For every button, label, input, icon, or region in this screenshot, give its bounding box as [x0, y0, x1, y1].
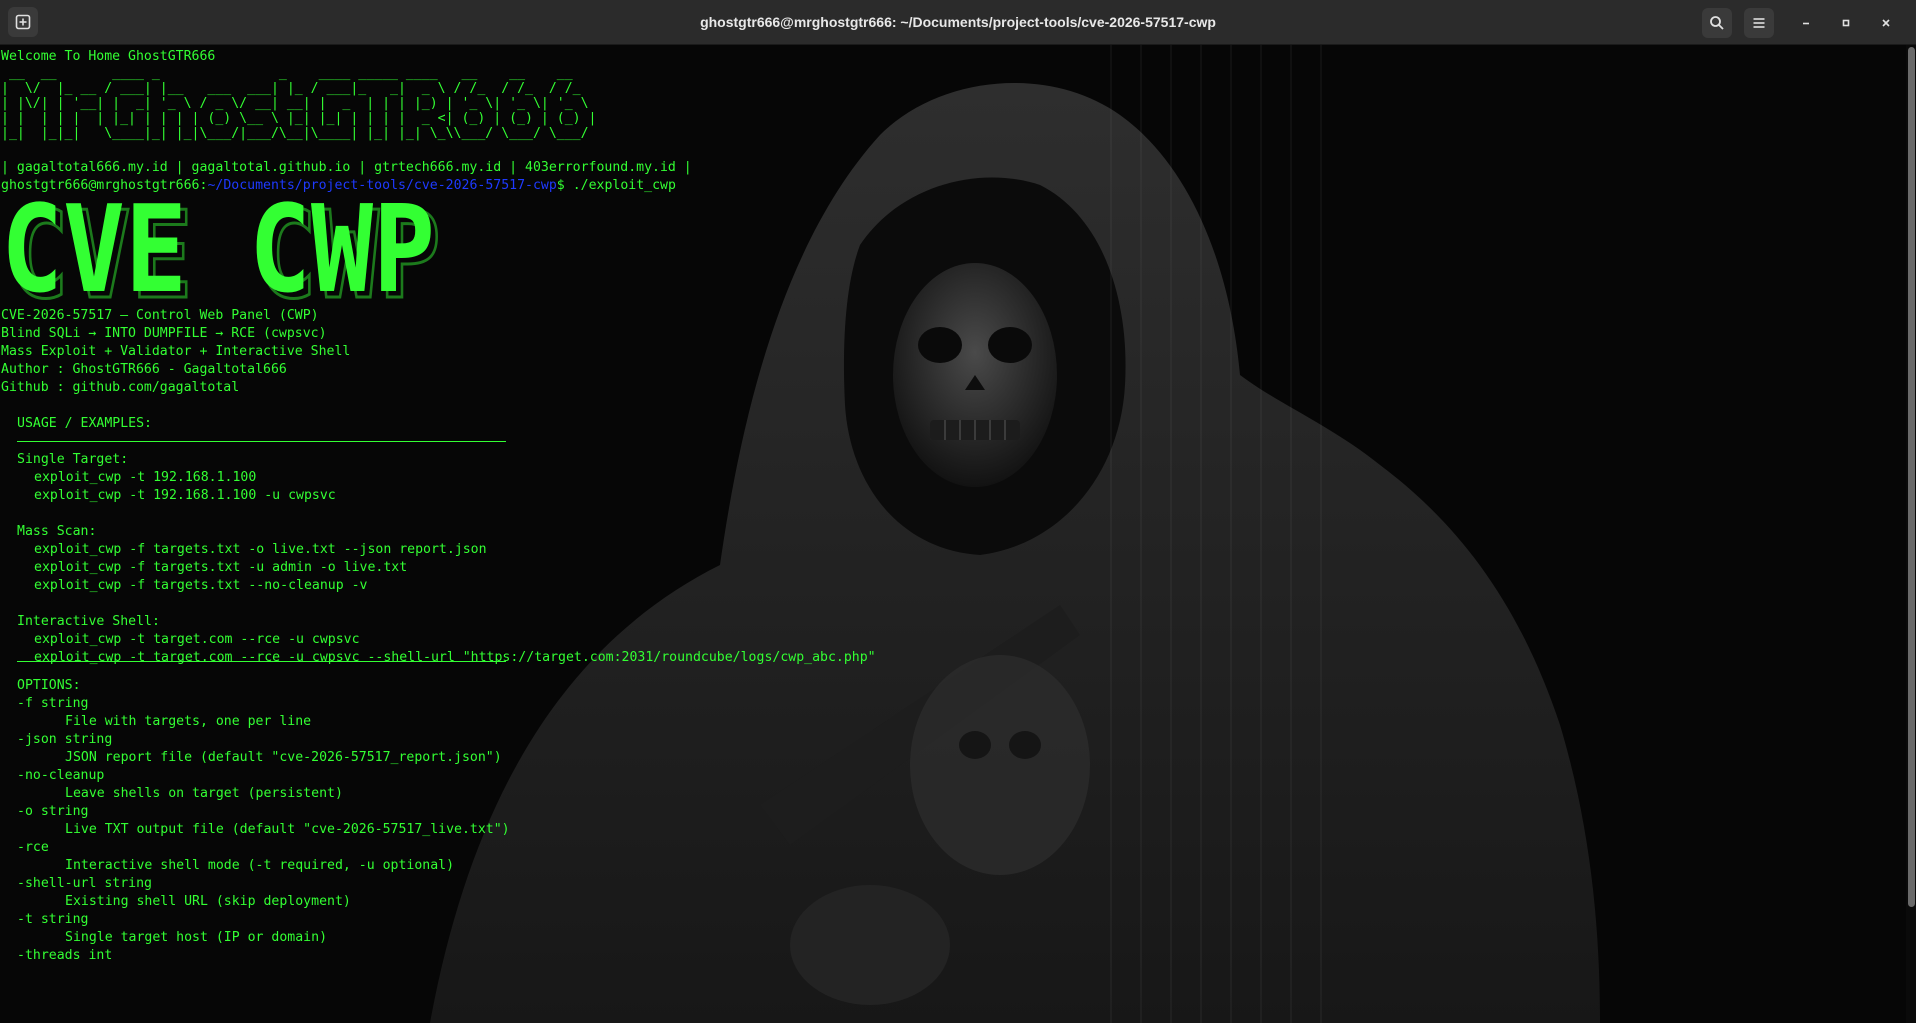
divider — [17, 441, 506, 442]
info-line: Github : github.com/gagaltotal — [1, 380, 240, 395]
option-description: Single target host (IP or domain) — [65, 930, 328, 945]
option-flag: -no-cleanup — [17, 768, 105, 783]
search-button[interactable] — [1702, 7, 1732, 38]
example-command: exploit_cwp -f targets.txt -o live.txt -… — [34, 542, 487, 557]
option-flag: -json string — [17, 732, 113, 747]
terminal-output: Welcome To Home GhostGTR666 __ __ ____ _… — [0, 45, 1906, 965]
option-flag: -t string — [17, 912, 89, 927]
single-target-label: Single Target: — [17, 452, 129, 467]
example-command: exploit_cwp -t 192.168.1.100 -u cwpsvc — [34, 488, 336, 503]
minimize-button[interactable] — [1792, 9, 1820, 37]
interactive-shell-label: Interactive Shell: — [17, 614, 160, 629]
usage-header: USAGE / EXAMPLES: — [17, 416, 152, 431]
hamburger-menu-icon — [1753, 17, 1765, 28]
maximize-icon — [1842, 19, 1850, 26]
example-command: exploit_cwp -t target.com --rce -u cwpsv… — [34, 632, 360, 647]
new-tab-button[interactable] — [8, 7, 38, 37]
info-line: Author : GhostGTR666 - Gagaltotal666 — [1, 362, 287, 377]
big-title-text: CVE CWP — [1, 197, 435, 307]
option-description: JSON report file (default "cve-2026-5751… — [65, 750, 502, 765]
close-icon — [1882, 18, 1890, 27]
new-tab-icon — [15, 14, 31, 30]
example-command: exploit_cwp -f targets.txt --no-cleanup … — [34, 578, 368, 593]
maximize-button[interactable] — [1832, 9, 1860, 37]
example-command: exploit_cwp -t target.com --rce -u cwpsv… — [34, 650, 876, 665]
options-header: OPTIONS: — [17, 678, 81, 693]
title-bar: ghostgtr666@mrghostgtr666: ~/Documents/p… — [0, 0, 1916, 45]
info-line: Blind SQLi → INTO DUMPFILE → RCE (cwpsvc… — [1, 326, 327, 341]
search-icon — [1710, 15, 1724, 30]
option-description: File with targets, one per line — [65, 714, 312, 729]
welcome-line: Welcome To Home GhostGTR666 — [1, 49, 216, 64]
big-title-banner: CVE CWP CVE CWP — [1, 197, 1906, 307]
terminal-area[interactable]: Welcome To Home GhostGTR666 __ __ ____ _… — [0, 45, 1906, 1023]
minimize-icon — [1803, 22, 1809, 24]
ascii-banner-line: | |\/| | '__| | _| '_ \ / _ \/ __| __| |… — [1, 96, 589, 111]
ascii-banner-line: | | | | | | |_| | | | | (_) \__ \ |_| |_… — [1, 111, 597, 126]
prompt-path: ~/Documents/project-tools/cve-2026-57517… — [207, 178, 557, 193]
mass-scan-label: Mass Scan: — [17, 524, 97, 539]
prompt-symbol: $ — [556, 178, 565, 193]
option-flag: -threads int — [17, 948, 113, 963]
ascii-banner-line: |_| |_|_| \____|_| |_|\___/|___/\__|\___… — [1, 126, 589, 141]
menu-button[interactable] — [1744, 7, 1774, 38]
command-prompt[interactable]: ghostgtr666@mrghostgtr666:~/Documents/pr… — [1, 177, 1906, 195]
example-command: exploit_cwp -f targets.txt -u admin -o l… — [34, 560, 408, 575]
option-description: Existing shell URL (skip deployment) — [65, 894, 351, 909]
ascii-banner-line: | \/ |_ __ / ___| |__ ___ ___| |_ / ___|… — [1, 81, 581, 96]
terminal-scrollbar[interactable] — [1906, 45, 1916, 1023]
option-flag: -o string — [17, 804, 89, 819]
option-description: Interactive shell mode (-t required, -u … — [65, 858, 455, 873]
option-description: Live TXT output file (default "cve-2026-… — [65, 822, 510, 837]
option-flag: -shell-url string — [17, 876, 152, 891]
terminal-window: ghostgtr666@mrghostgtr666: ~/Documents/p… — [0, 0, 1916, 1023]
info-line: CVE-2026-57517 — Control Web Panel (CWP) — [1, 308, 319, 323]
info-line: Mass Exploit + Validator + Interactive S… — [1, 344, 351, 359]
prompt-user: ghostgtr666@mrghostgtr666 — [1, 178, 200, 193]
links-line: | gagaltotal666.my.id | gagaltotal.githu… — [1, 160, 692, 175]
example-command: exploit_cwp -t 192.168.1.100 — [34, 470, 257, 485]
ascii-banner-line: __ __ ____ _ _ ____ _____ ____ __ __ __ — [1, 66, 573, 81]
option-description: Leave shells on target (persistent) — [65, 786, 343, 801]
prompt-command: ./exploit_cwp — [564, 178, 676, 193]
window-title: ghostgtr666@mrghostgtr666: ~/Documents/p… — [700, 14, 1216, 30]
close-button[interactable] — [1872, 9, 1900, 37]
option-flag: -f string — [17, 696, 89, 711]
ascii-banner: __ __ ____ _ _ ____ _____ ____ __ __ __ … — [1, 66, 1906, 141]
option-flag: -rce — [17, 840, 49, 855]
scrollbar-thumb[interactable] — [1908, 47, 1915, 907]
